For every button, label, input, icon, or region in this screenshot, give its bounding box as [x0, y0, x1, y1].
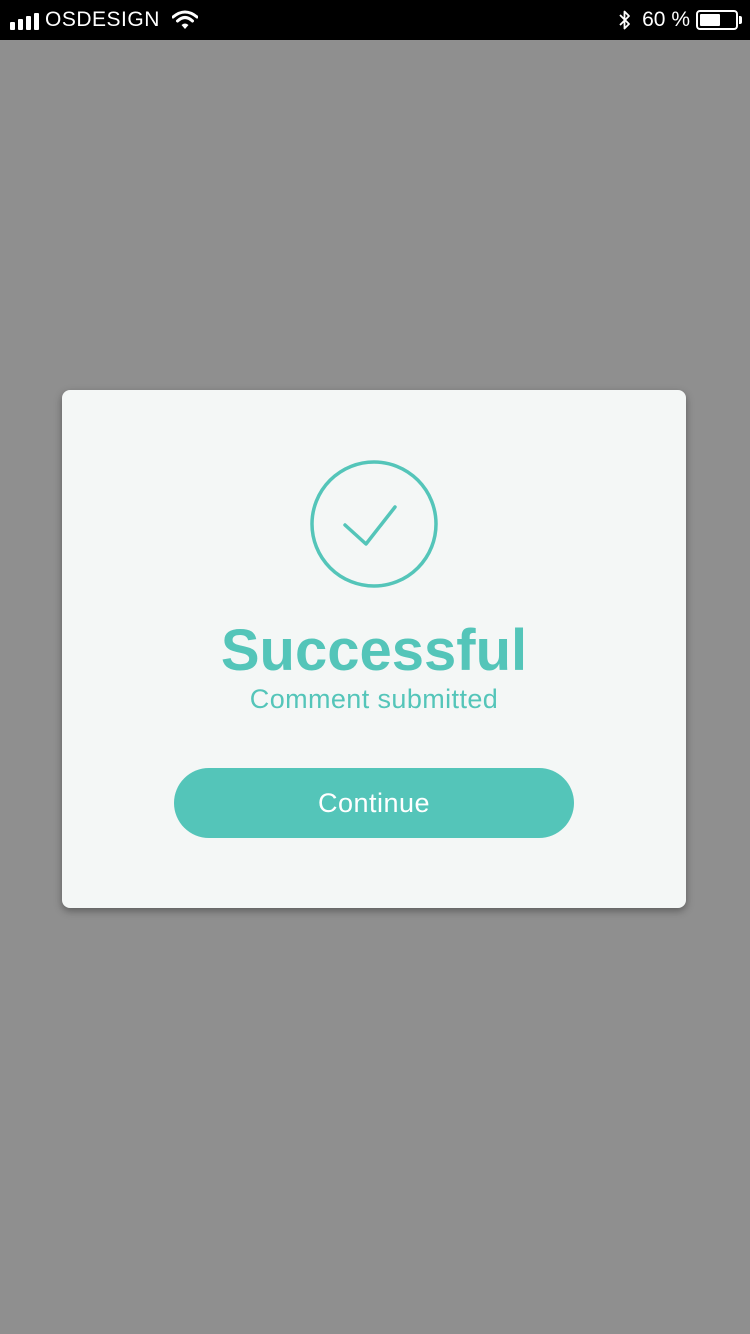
signal-strength-icon	[10, 10, 39, 30]
dialog-title: Successful	[220, 618, 528, 683]
dialog-subtitle: Comment submitted	[249, 684, 499, 714]
continue-button[interactable]: Continue	[174, 768, 574, 838]
battery-icon	[696, 10, 738, 30]
battery-level-fill	[700, 14, 720, 26]
check-circle-icon	[310, 460, 438, 588]
battery-cap	[739, 16, 742, 24]
carrier-name: OSDESIGN	[45, 8, 160, 31]
status-bar-right: 60 %	[618, 0, 742, 40]
status-bar: OSDESIGN 60 %	[0, 0, 750, 40]
status-bar-left: OSDESIGN	[10, 0, 198, 40]
success-dialog: Successful Comment submitted Continue	[62, 390, 686, 908]
bluetooth-icon	[619, 10, 631, 30]
battery-percentage: 60 %	[642, 8, 690, 31]
wifi-icon	[171, 10, 198, 29]
